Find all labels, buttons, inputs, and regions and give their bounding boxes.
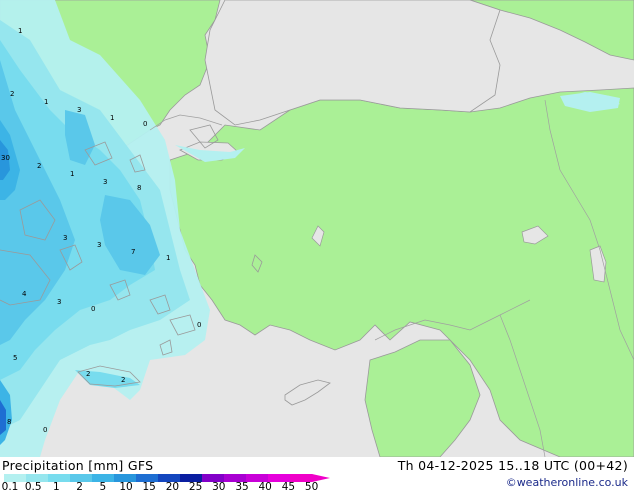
value-label: 1 <box>44 98 48 106</box>
value-label: 3 <box>63 234 67 242</box>
value-label: 0 <box>91 305 95 313</box>
value-label: 7 <box>131 248 135 256</box>
credit-link[interactable]: ©weatheronline.co.uk <box>506 476 628 489</box>
value-label: 3 <box>77 106 81 114</box>
legend-tick-label: 10 <box>119 481 133 493</box>
value-label: 0 <box>43 426 47 434</box>
precipitation-map: 1 2 1 3 1 0 30 2 1 3 8 3 3 7 1 4 3 0 0 5… <box>0 0 634 457</box>
value-label: 2 <box>121 376 125 384</box>
value-label: 1 <box>70 170 74 178</box>
value-label: 4 <box>22 290 27 298</box>
value-label: 2 <box>10 90 14 98</box>
legend-tick-label: 0.5 <box>24 481 42 493</box>
value-label: 2 <box>37 162 41 170</box>
value-label: 3 <box>57 298 61 306</box>
legend-tick-label: 25 <box>188 481 203 493</box>
legend-tick-label: 30 <box>212 481 226 493</box>
legend-tick-label: 5 <box>99 481 107 493</box>
legend-tick-label: 20 <box>165 481 180 493</box>
legend-tick-label: 1 <box>53 481 60 493</box>
value-label: 5 <box>13 354 17 362</box>
forecast-datetime: Th 04-12-2025 15..18 UTC (00+42) <box>397 458 628 473</box>
value-label: 30 <box>1 154 10 162</box>
legend-tick-label: 15 <box>142 481 156 493</box>
value-label: 3 <box>103 178 107 186</box>
map-title: Precipitation [mm] GFS <box>2 458 154 473</box>
value-label: 8 <box>7 418 11 426</box>
legend-tick-label: 2 <box>76 481 83 493</box>
value-label: 3 <box>97 241 101 249</box>
value-label: 0 <box>197 321 201 329</box>
legend-tick-label: 35 <box>235 481 249 493</box>
value-label: 2 <box>86 370 90 378</box>
value-label: 0 <box>143 120 147 128</box>
legend-tick-label: 45 <box>281 481 296 493</box>
legend-tick-label: 40 <box>258 481 272 493</box>
legend-tick-label: 50 <box>304 481 319 493</box>
value-label: 1 <box>166 254 170 262</box>
value-label: 8 <box>137 184 141 192</box>
value-label: 1 <box>18 27 22 35</box>
legend-tick-label: 0.1 <box>1 481 19 493</box>
map-footer: Precipitation [mm] GFS Th 04-12-2025 15.… <box>0 457 634 493</box>
value-label: 1 <box>110 114 114 122</box>
